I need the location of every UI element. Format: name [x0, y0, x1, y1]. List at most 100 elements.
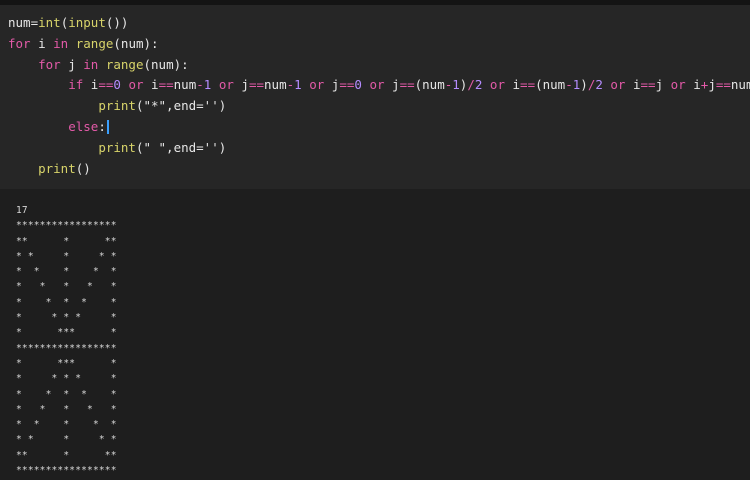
output-line: * * * * * — [16, 419, 117, 431]
code-token: in — [83, 56, 99, 72]
code-token: (num — [414, 77, 445, 93]
code-token: in — [53, 35, 69, 51]
code-token: else — [68, 118, 99, 134]
output-line: * * * * * — [16, 250, 117, 262]
output-line: * * * * * — [16, 403, 117, 415]
code-token: 1 — [294, 77, 302, 93]
code-token: == — [399, 77, 415, 93]
output-line: ***************** — [16, 342, 117, 354]
code-token: range — [105, 56, 144, 72]
code-token: or — [610, 77, 626, 93]
code-token: if — [68, 77, 84, 93]
code-token: range — [75, 35, 114, 51]
code-token: ()) — [105, 15, 129, 30]
code-token: i — [30, 35, 54, 51]
code-token: i — [83, 77, 99, 93]
code-token: 0 — [113, 77, 121, 93]
code-token: num= — [8, 15, 39, 30]
code-token: or — [128, 77, 144, 93]
code-line[interactable]: for j in range(num): — [8, 55, 750, 76]
code-token: == — [158, 77, 174, 93]
output-line: ** * ** — [16, 449, 117, 461]
code-token: ("*",end='') — [135, 98, 227, 114]
code-line[interactable]: print("*",end='') — [8, 96, 750, 117]
code-token: == — [715, 77, 731, 93]
output-line: * *** * — [16, 357, 117, 369]
output-line: * * * * * — [16, 434, 117, 446]
code-token: print — [98, 98, 136, 114]
code-token: j — [60, 56, 84, 72]
code-line[interactable]: else: — [8, 117, 750, 138]
code-token: == — [339, 77, 355, 93]
code-token: i — [685, 77, 701, 93]
output-line: * * * * * — [16, 312, 117, 324]
code-token: - — [196, 77, 204, 93]
output-line: * * * * * — [16, 296, 117, 308]
code-token: j — [233, 77, 249, 93]
code-token: num — [173, 77, 197, 93]
code-token: j — [384, 77, 400, 93]
text-cursor — [106, 120, 109, 135]
code-line[interactable]: for i in range(num): — [8, 34, 750, 55]
output-line: ** * ** — [16, 235, 117, 247]
code-token: 1 — [452, 77, 460, 93]
code-token: 2 — [595, 77, 603, 93]
code-token: j — [708, 77, 716, 93]
code-token: (num): — [143, 56, 189, 72]
code-token: or — [670, 77, 686, 93]
output-line: * *** * — [16, 327, 117, 339]
code-token: - — [565, 77, 573, 93]
code-token: input — [68, 15, 106, 30]
code-line[interactable]: print() — [8, 159, 750, 180]
code-token: print — [38, 160, 76, 176]
output-line: ***************** — [16, 220, 117, 232]
code-token: for — [38, 56, 61, 72]
code-line[interactable]: print(" ",end='') — [8, 138, 750, 159]
output-line: 17 — [16, 205, 28, 216]
output-line: * * * * * — [16, 266, 117, 278]
code-token: == — [640, 77, 656, 93]
code-token: == — [98, 77, 114, 93]
code-token: i — [625, 77, 641, 93]
output-line: * * * * * — [16, 388, 117, 400]
code-token: num — [264, 77, 287, 93]
code-token: - — [286, 77, 295, 93]
code-line[interactable]: if i==0 or i==num-1 or j==num-1 or j==0 … — [8, 75, 750, 96]
console-output: 17 ***************** ** * ** * * * * * *… — [0, 189, 750, 478]
output-line: * * * * * — [16, 281, 117, 293]
code-token: == — [520, 77, 536, 93]
code-token: / — [467, 77, 475, 93]
code-token: () — [75, 160, 91, 176]
code-token: or — [309, 77, 325, 93]
code-token: for — [8, 35, 31, 51]
code-token: (num): — [113, 35, 159, 51]
code-token: int — [38, 15, 61, 30]
code-token: (num — [535, 77, 566, 93]
code-token: i — [504, 77, 521, 93]
code-token: j — [324, 77, 340, 93]
output-line: * * * * * — [16, 373, 117, 385]
code-token: i — [143, 77, 159, 93]
code-token: (" ",end='') — [135, 139, 227, 155]
code-line[interactable]: num=int(input()) — [8, 13, 750, 34]
code-token: == — [248, 77, 265, 93]
code-token: 0 — [354, 77, 362, 93]
code-token: : — [98, 118, 106, 134]
code-token: or — [218, 77, 234, 93]
code-token: j — [655, 77, 671, 93]
code-token: or — [489, 77, 505, 93]
code-token: print — [98, 139, 136, 155]
code-editor[interactable]: num=int(input()) for i in range(num): fo… — [0, 5, 750, 189]
code-token: num — [730, 77, 750, 93]
output-line: ***************** — [16, 465, 117, 477]
